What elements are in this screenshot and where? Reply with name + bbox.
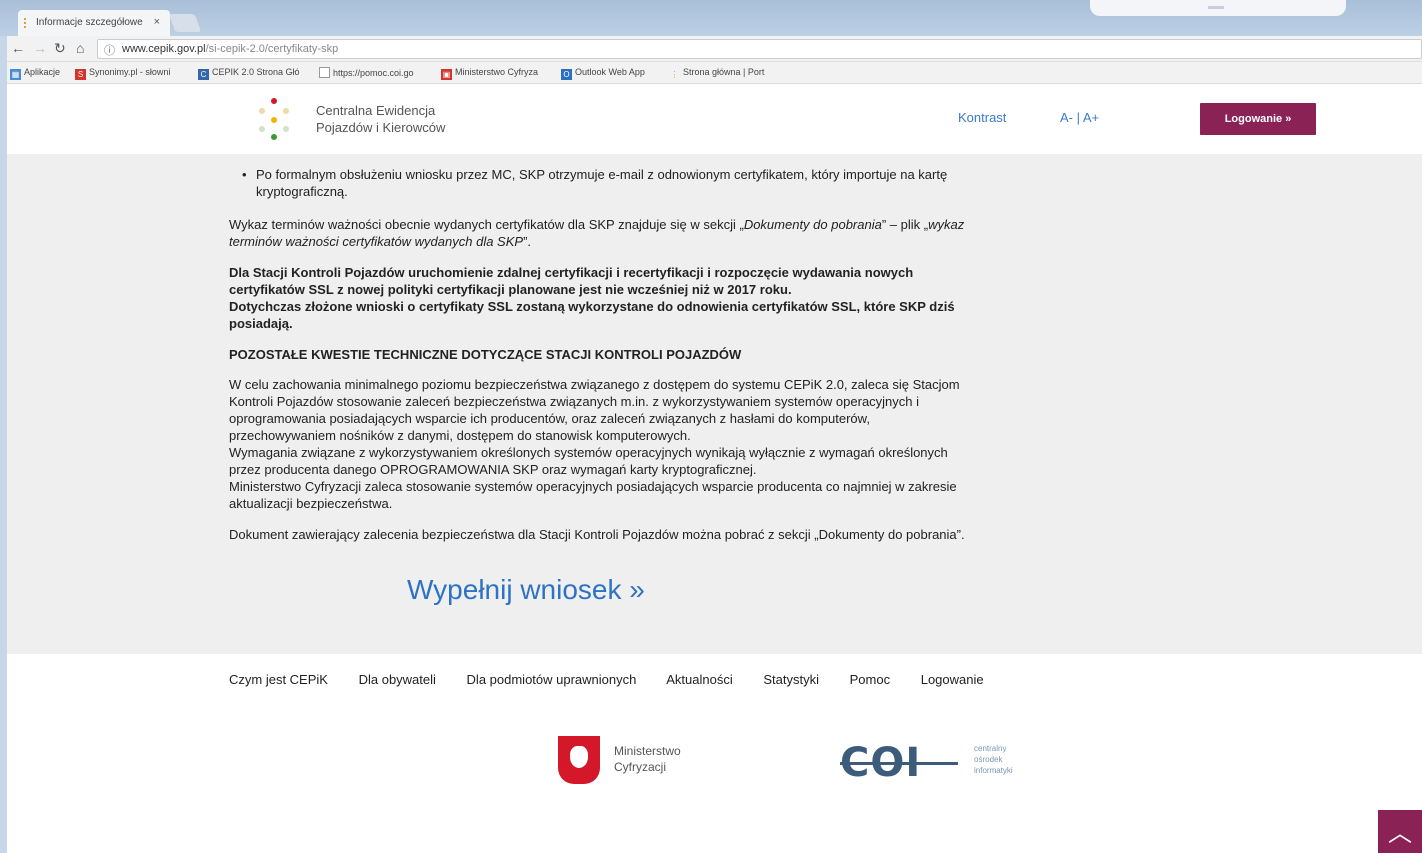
portal-icon: ⋮ bbox=[670, 70, 679, 79]
security-paragraph: W celu zachowania minimalnego poziomu be… bbox=[229, 377, 960, 511]
footer-link-czym-jest[interactable]: Czym jest CEPiK bbox=[229, 672, 328, 687]
list-item: Po formalnym obsłużeniu wniosku przez MC… bbox=[229, 166, 969, 200]
footer-link-obywatele[interactable]: Dla obywateli bbox=[359, 672, 436, 687]
cepik-icon: C bbox=[198, 69, 209, 80]
favicon-icon bbox=[24, 18, 29, 28]
bookmark-cepik[interactable]: C CEPIK 2.0 Strona Głó bbox=[198, 67, 300, 80]
bookmarks-bar: ▦ Aplikacje S Synonimy.pl - słowni C CEPIK … bbox=[7, 62, 1422, 84]
window-controls bbox=[1090, 0, 1346, 16]
footer-link-aktualnosci[interactable]: Aktualności bbox=[666, 672, 732, 687]
coi-logo[interactable]: COI bbox=[840, 740, 921, 786]
new-tab-button[interactable] bbox=[168, 14, 202, 32]
browser-tab[interactable]: Informacje szczegółowe × bbox=[18, 10, 170, 36]
home-icon[interactable]: ⌂ bbox=[76, 40, 84, 56]
reload-icon[interactable]: ↻ bbox=[54, 40, 66, 57]
chevron-up-icon: ︿ bbox=[1388, 820, 1412, 847]
footer-link-statystyki[interactable]: Statystyki bbox=[763, 672, 819, 687]
apps-grid-icon: ▦ bbox=[10, 69, 21, 80]
font-size-toggle[interactable]: A- | A+ bbox=[1060, 110, 1099, 125]
footer-link-pomoc[interactable]: Pomoc bbox=[850, 672, 890, 687]
footer-link-logowanie[interactable]: Logowanie bbox=[921, 672, 984, 687]
certificate-list-paragraph: Wykaz terminów ważności obecnie wydanych… bbox=[229, 217, 965, 249]
bookmark-ministerstwo[interactable]: ▣ Ministerstwo Cyfryza bbox=[441, 67, 538, 80]
ministry-icon: ▣ bbox=[441, 69, 452, 80]
main-content: Po formalnym obsłużeniu wniosku przez MC… bbox=[229, 166, 969, 557]
url-host: www.cepik.gov.pl bbox=[122, 43, 206, 55]
document-paragraph: Dokument zawierający zalecenia bezpiecze… bbox=[229, 527, 965, 542]
footer-nav: Czym jest CEPiK Dla obywateli Dla podmio… bbox=[229, 672, 1011, 687]
ministry-logo-text[interactable]: Ministerstwo Cyfryzacji bbox=[614, 743, 681, 775]
outlook-icon: O bbox=[561, 69, 572, 80]
url-path: /si-cepik-2.0/certyfikaty-skp bbox=[205, 43, 339, 55]
browser-tab-bar: Informacje szczegółowe × bbox=[0, 0, 1422, 36]
page-icon bbox=[319, 67, 330, 78]
scroll-to-top-button[interactable]: ︿ bbox=[1378, 810, 1422, 853]
tab-title: Informacje szczegółowe bbox=[36, 17, 143, 28]
tab-close-icon[interactable]: × bbox=[154, 16, 160, 28]
bookmark-synonimy[interactable]: S Synonimy.pl - słowni bbox=[75, 67, 170, 80]
login-button[interactable]: Logowanie » bbox=[1200, 103, 1316, 135]
web-page: Centralna Ewidencja Pojazdów i Kierowców… bbox=[7, 84, 1422, 853]
forward-arrow-icon[interactable]: → bbox=[33, 40, 47, 56]
bookmark-apps[interactable]: ▦ Aplikacje bbox=[10, 67, 60, 80]
back-arrow-icon[interactable]: ← bbox=[11, 40, 25, 56]
site-header: Centralna Ewidencja Pojazdów i Kierowców… bbox=[7, 84, 1422, 154]
notice-paragraph: Dla Stacji Kontroli Pojazdów uruchomieni… bbox=[229, 265, 955, 331]
bookmark-pomoc[interactable]: https://pomoc.coi.go bbox=[319, 67, 414, 78]
fill-application-link[interactable]: Wypełnij wniosek » bbox=[407, 574, 645, 606]
synonimy-icon: S bbox=[75, 69, 86, 80]
url-input[interactable]: ⓘ www.cepik.gov.pl/si-cepik-2.0/certyfik… bbox=[97, 39, 1422, 59]
polish-eagle-emblem-icon[interactable] bbox=[558, 736, 600, 784]
bookmark-outlook[interactable]: O Outlook Web App bbox=[561, 67, 645, 80]
contrast-link[interactable]: Kontrast bbox=[958, 110, 1006, 125]
section-heading: POZOSTAŁE KWESTIE TECHNICZNE DOTYCZĄCE S… bbox=[229, 347, 742, 362]
address-bar: ← → ↻ ⌂ ⓘ www.cepik.gov.pl/si-cepik-2.0/… bbox=[7, 36, 1422, 62]
info-icon[interactable]: ⓘ bbox=[104, 42, 115, 58]
coi-logo-text: centralny ośrodek informatyki bbox=[974, 744, 1013, 775]
bookmark-portal[interactable]: ⋮ Strona główna | Port bbox=[669, 67, 765, 80]
site-logo-text[interactable]: Centralna Ewidencja Pojazdów i Kierowców bbox=[316, 102, 445, 136]
site-footer: Czym jest CEPiK Dla obywateli Dla podmio… bbox=[7, 654, 1422, 853]
footer-link-podmioty[interactable]: Dla podmiotów uprawnionych bbox=[467, 672, 637, 687]
